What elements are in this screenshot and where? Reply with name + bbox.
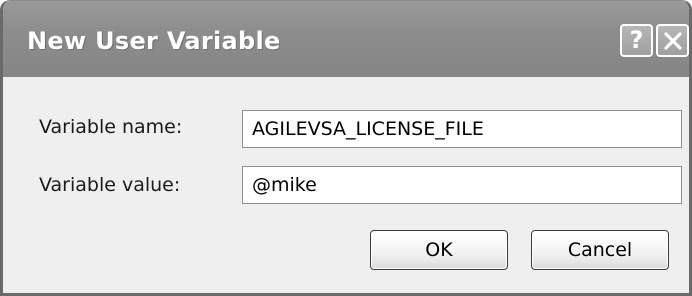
- cancel-button[interactable]: Cancel: [531, 230, 669, 270]
- variable-value-input[interactable]: [242, 166, 682, 204]
- ok-button[interactable]: OK: [370, 230, 508, 270]
- help-button[interactable]: ?: [620, 24, 653, 57]
- variable-name-input[interactable]: [242, 110, 682, 148]
- dialog-title: New User Variable: [27, 27, 281, 55]
- new-user-variable-dialog: New User Variable ? Variable name: Varia…: [0, 0, 692, 296]
- close-button[interactable]: [656, 24, 689, 57]
- variable-value-label: Variable value:: [39, 174, 181, 196]
- title-bar[interactable]: New User Variable ?: [3, 1, 689, 77]
- help-icon: ?: [629, 26, 644, 54]
- variable-name-label: Variable name:: [39, 116, 183, 138]
- close-icon: [663, 32, 682, 50]
